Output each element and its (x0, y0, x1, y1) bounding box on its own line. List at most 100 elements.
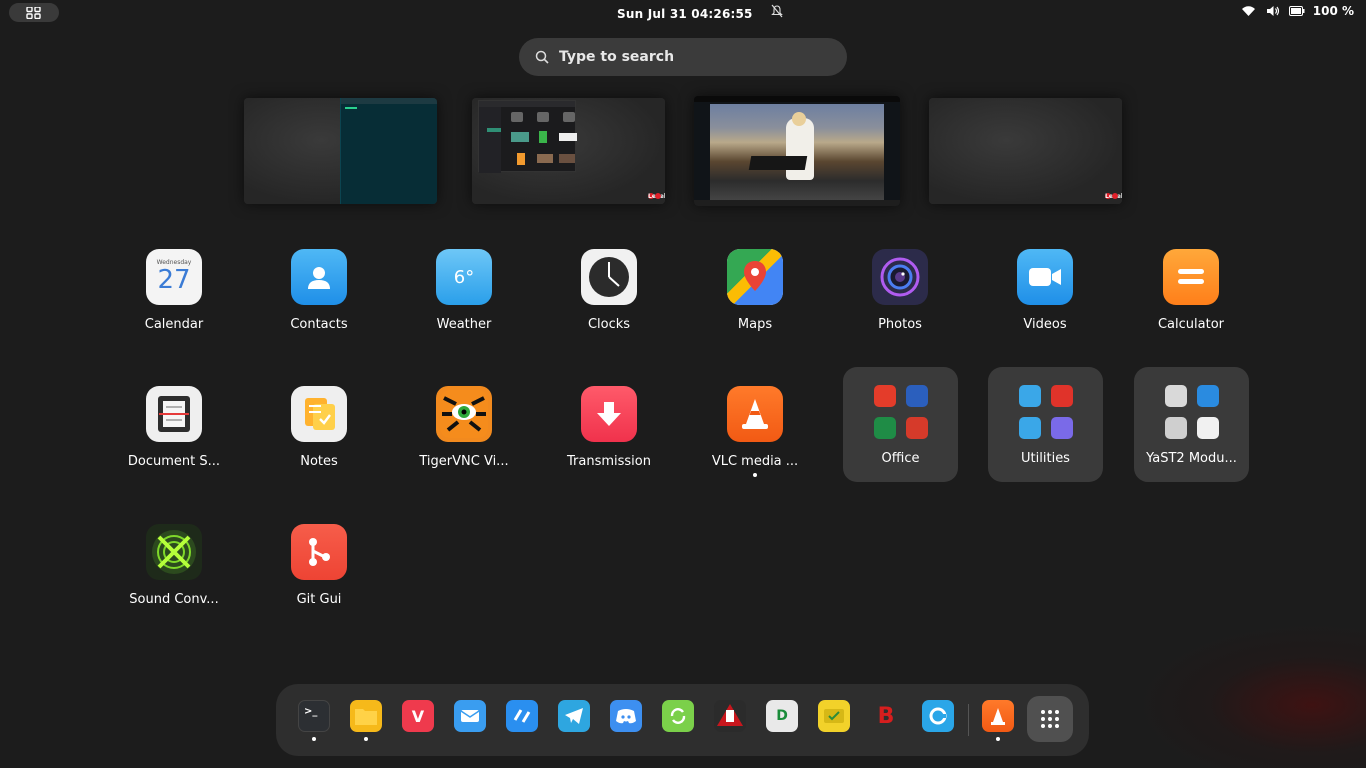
git-icon (291, 524, 347, 580)
download-arrow-icon (581, 386, 637, 442)
workspace-thumbnail-4[interactable]: Level (929, 98, 1122, 204)
system-menu[interactable]: 100 % (1241, 4, 1354, 18)
vlc-cone-icon (727, 386, 783, 442)
workspace-thumbnail-2[interactable]: Level (472, 98, 665, 204)
document-viewer-icon (1018, 417, 1041, 439)
terminal-window-preview (340, 98, 437, 204)
app-weather[interactable]: 6° Weather (408, 245, 520, 357)
app-label: Transmission (567, 454, 651, 469)
sound-converter-icon (146, 524, 202, 580)
search-input[interactable] (559, 49, 819, 65)
video-frame-preview (710, 104, 884, 200)
maps-icon (727, 249, 783, 305)
tiger-icon (436, 386, 492, 442)
file-manager-window-preview (478, 100, 577, 173)
app-document-scanner[interactable]: Document S... (118, 382, 230, 494)
app-notes[interactable]: Notes (263, 382, 375, 494)
running-indicator (312, 737, 316, 741)
battery-percent: 100 % (1312, 4, 1354, 18)
weather-icon: 6° (436, 249, 492, 305)
datetime-label: Sun Jul 31 04:26:55 (617, 7, 753, 21)
search-icon (535, 50, 549, 64)
battery-icon (1288, 4, 1305, 18)
app-label: Notes (300, 454, 338, 469)
photos-icon (872, 249, 928, 305)
app-label: Sound Conv... (129, 592, 219, 607)
app-label: Git Gui (296, 592, 342, 607)
app-label: VLC media ... (711, 454, 799, 469)
system-icon (1164, 417, 1187, 439)
notifications-muted-icon (771, 4, 783, 21)
app-grid-icon (1041, 710, 1059, 728)
bible-reader-icon[interactable]: B (870, 700, 902, 732)
clock-button[interactable]: Sun Jul 31 04:26:55 (600, 4, 800, 21)
hardware-icon (1164, 385, 1187, 407)
workspace-badge: Level (1104, 192, 1122, 200)
notes-icon (291, 386, 347, 442)
settings-gear-icon (1196, 385, 1219, 407)
app-calendar[interactable]: Wednesday 27 Calendar (118, 245, 230, 357)
app-videos[interactable]: Videos (989, 245, 1101, 357)
app-calculator[interactable]: Calculator (1135, 245, 1247, 357)
activities-button[interactable] (9, 3, 59, 22)
workspace-badge: Level (647, 192, 665, 200)
powerpoint-icon (905, 417, 928, 439)
app-clocks[interactable]: Clocks (553, 245, 665, 357)
sync-icon[interactable] (662, 700, 694, 732)
folder-utilities[interactable]: Utilities (988, 367, 1103, 482)
app-label: Weather (436, 317, 492, 332)
mail-icon[interactable] (454, 700, 486, 732)
pdf-arranger-icon[interactable] (714, 700, 746, 732)
app-label: TigerVNC Vi... (419, 454, 509, 469)
search-bar[interactable] (519, 38, 847, 76)
dock: >_ V D B (276, 684, 1089, 756)
discord-icon[interactable] (610, 700, 642, 732)
wifi-icon (1241, 4, 1257, 18)
word-icon (905, 385, 928, 407)
running-indicator (364, 737, 368, 741)
wallpaper-glow (1130, 620, 1366, 768)
running-indicator (753, 473, 757, 477)
vivaldi-icon[interactable]: V (402, 700, 434, 732)
top-bar: Sun Jul 31 04:26:55 100 % (0, 0, 1366, 26)
calendar-icon: Wednesday 27 (146, 249, 202, 305)
terminal-icon[interactable]: >_ (298, 700, 330, 732)
app-label: Maps (737, 317, 773, 332)
app-git-gui[interactable]: Git Gui (263, 520, 375, 632)
app-label: Calculator (1157, 317, 1224, 332)
screenshot-icon (1050, 417, 1073, 439)
app-photos[interactable]: Photos (844, 245, 956, 357)
document-converter-icon[interactable]: D (766, 700, 798, 732)
folder-yast2-modules[interactable]: YaST2 Modu... (1134, 367, 1249, 482)
telegram-icon[interactable] (558, 700, 590, 732)
folder-label: Utilities (1021, 451, 1070, 466)
vlc-cone-icon[interactable] (982, 700, 1014, 732)
office-suite-icon (873, 385, 896, 407)
contacts-icon (291, 249, 347, 305)
app-label: Clocks (587, 317, 631, 332)
document-scanner-icon (146, 386, 202, 442)
app-sound-converter[interactable]: Sound Conv... (118, 520, 230, 632)
app-maps[interactable]: Maps (699, 245, 811, 357)
workspace-thumbnail-3[interactable] (694, 96, 900, 206)
files-folder-icon[interactable] (350, 700, 382, 732)
app-grid-icon (26, 6, 41, 19)
workspace-thumbnail-1[interactable] (244, 98, 437, 204)
app-label: Photos (878, 317, 922, 332)
app-vlc[interactable]: VLC media ... (699, 382, 811, 494)
folder-office[interactable]: Office (843, 367, 958, 482)
app-label: Document S... (127, 454, 221, 469)
app-tigervnc[interactable]: TigerVNC Vi... (408, 382, 520, 494)
scanner-icon (1018, 385, 1041, 407)
excel-icon (873, 417, 896, 439)
task-board-icon[interactable] (818, 700, 850, 732)
app-label: Videos (1023, 317, 1067, 332)
app-transmission[interactable]: Transmission (553, 382, 665, 494)
show-apps-button[interactable] (1027, 696, 1073, 742)
anydesk-icon[interactable] (506, 700, 538, 732)
app-contacts[interactable]: Contacts (263, 245, 375, 357)
video-camera-icon (1017, 249, 1073, 305)
cleaner-icon[interactable] (922, 700, 954, 732)
clock-icon (1196, 417, 1219, 439)
folder-label: Office (881, 451, 920, 466)
